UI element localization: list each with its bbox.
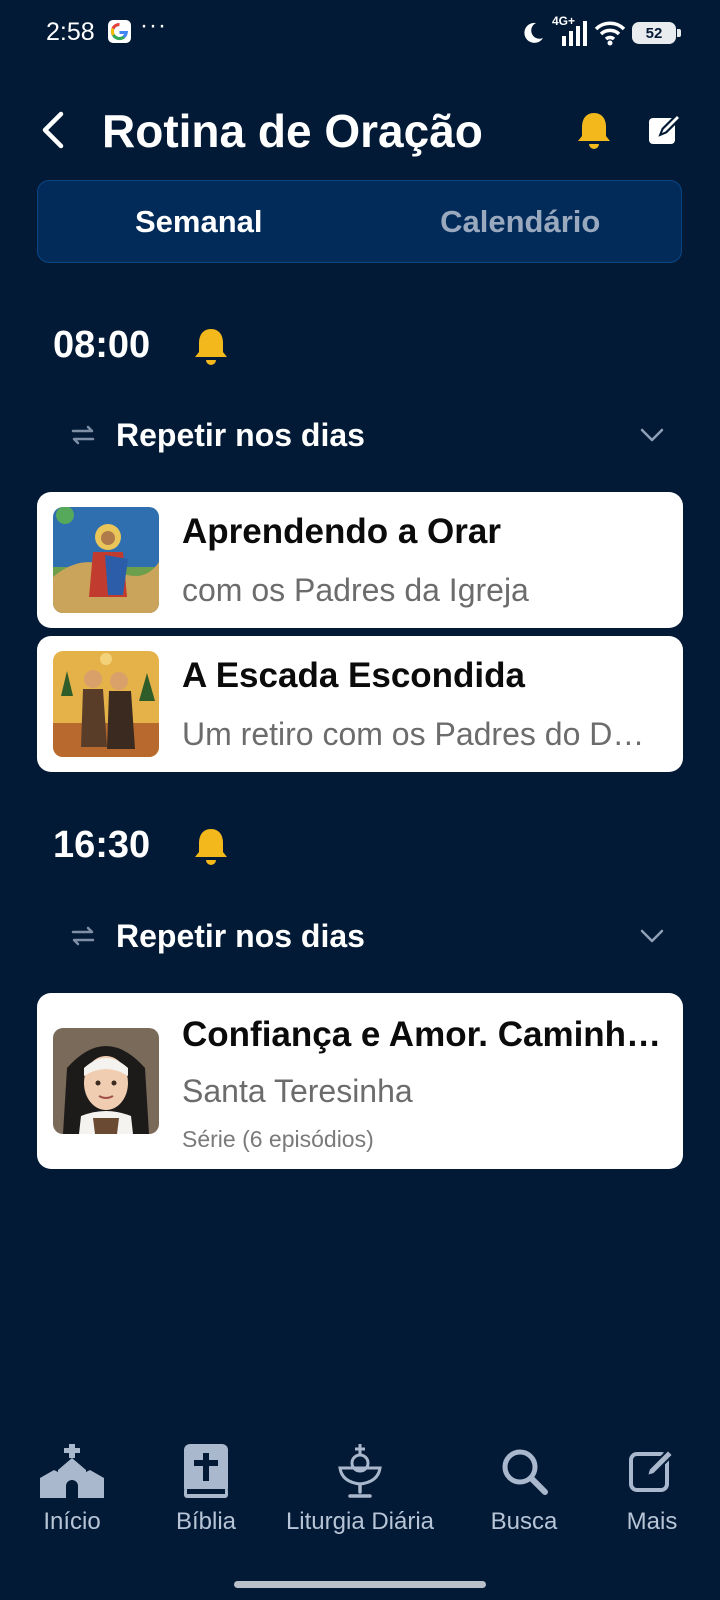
item-subtitle: Santa Teresinha [182,1073,413,1109]
battery-icon: 52 [632,22,681,44]
item-subtitle: Um retiro com os Padres do Deserto [182,716,662,752]
nav-label: Bíblia [175,1508,237,1535]
schedule-time: 08:00 [53,323,151,366]
bottom-navigation: Início Bíblia Liturgia Diária Busca Mais [0,1440,720,1570]
tab-semanal[interactable]: Semanal [38,181,360,262]
back-arrow-icon [42,111,64,149]
thumbnail-image [53,1028,159,1134]
nav-item-mais[interactable]: Mais [616,1440,688,1536]
bell-icon [195,829,227,865]
thumbnail-image [53,507,159,613]
app-header: Rotina de Oração [0,90,720,170]
battery-level: 52 [645,24,663,42]
repeat-days-dropdown[interactable]: Repetir nos dias [68,413,668,457]
back-button[interactable] [30,106,78,154]
church-icon [36,1440,108,1502]
nav-item-liturgia-diaria[interactable]: Liturgia Diária [280,1440,440,1536]
nav-label: Busca [490,1508,558,1535]
schedule-time-row[interactable]: 08:00 [53,320,227,370]
notifications-button[interactable] [570,106,618,154]
nav-label: Início [43,1508,101,1535]
nav-label: Liturgia Diária [285,1508,435,1535]
bell-icon [195,329,227,365]
view-tabs: Semanal Calendário [37,180,682,263]
status-bar: 2:58 ··· 4G+ 52 [0,0,720,68]
search-icon [488,1440,560,1502]
google-icon [108,20,131,43]
nav-item-busca[interactable]: Busca [488,1440,560,1536]
tab-calendario[interactable]: Calendário [360,181,682,262]
edit-button[interactable] [640,106,688,154]
repeat-days-dropdown[interactable]: Repetir nos dias [68,914,668,958]
repeat-label: Repetir nos dias [116,416,365,453]
repeat-icon [71,425,95,445]
status-time: 2:58 [46,18,95,46]
nav-label: Mais [626,1508,678,1535]
chevron-down-icon [640,428,664,442]
nav-item-inicio[interactable]: Início [36,1440,108,1536]
prayer-item-card[interactable]: Confiança e Amor. Caminho de Santidade S… [37,993,683,1169]
item-subtitle: com os Padres da Igreja [182,572,529,608]
moon-icon [524,22,543,43]
edit-icon [616,1440,688,1502]
schedule-time-row[interactable]: 16:30 [53,820,227,870]
status-icons: 4G+ 52 [520,14,681,50]
home-indicator[interactable] [234,1581,486,1588]
bell-icon [578,113,610,149]
chevron-down-icon [640,929,664,943]
prayer-item-card[interactable]: A Escada Escondida Um retiro com os Padr… [37,636,683,772]
repeat-label: Repetir nos dias [116,917,365,954]
item-meta: Série (6 episódios) [182,1126,374,1152]
edit-icon [649,112,682,144]
item-title: Aprendendo a Orar [182,512,501,551]
item-title: Confiança e Amor. Caminho de Santidade [182,1015,667,1054]
repeat-icon [71,926,95,946]
wifi-icon [594,21,626,46]
nav-item-biblia[interactable]: Bíblia [170,1440,242,1536]
page-title: Rotina de Oração [102,105,483,157]
chalice-icon [324,1440,396,1502]
bible-icon [170,1440,242,1502]
item-title: A Escada Escondida [182,656,525,695]
signal-icon: 4G+ [552,14,588,48]
thumbnail-image [53,651,159,757]
prayer-item-card[interactable]: Aprendendo a Orar com os Padres da Igrej… [37,492,683,628]
schedule-time: 16:30 [53,823,151,866]
more-notifications-icon: ··· [140,12,167,39]
